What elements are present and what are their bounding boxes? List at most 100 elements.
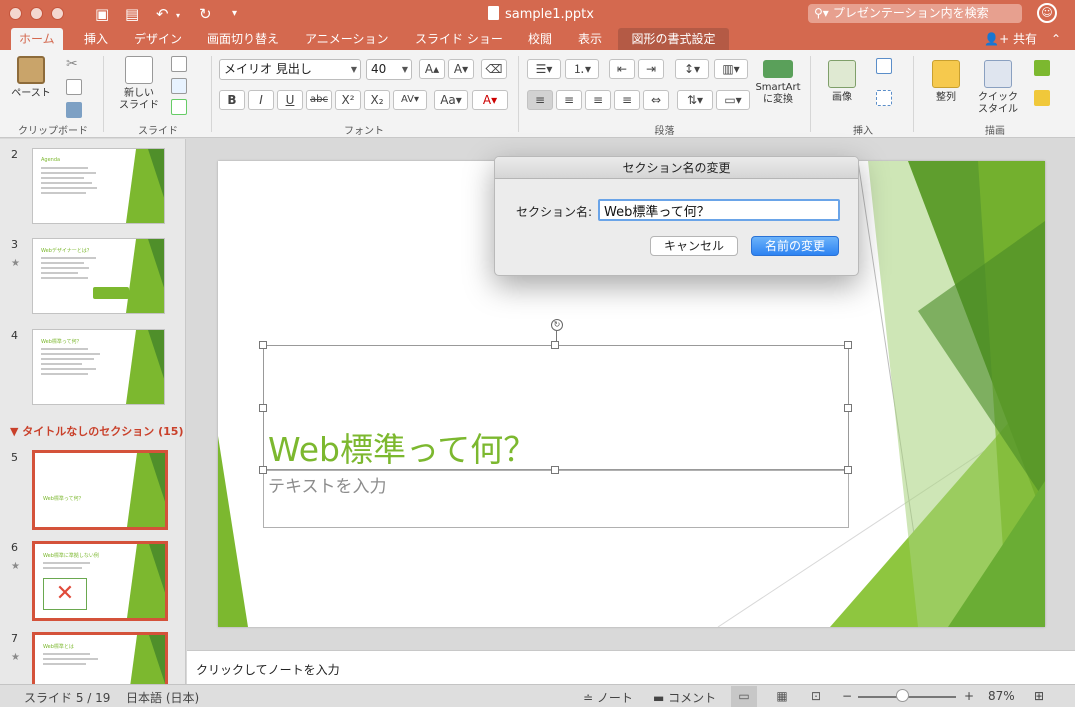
resize-handle[interactable] xyxy=(259,466,267,474)
align-right-icon[interactable]: ≡ xyxy=(585,90,611,110)
slideshow-view-icon[interactable]: ⊡ xyxy=(803,686,829,707)
tab-animations[interactable]: アニメーション xyxy=(297,28,397,50)
zoom-in-icon[interactable]: + xyxy=(964,689,974,703)
close-window-button[interactable] xyxy=(9,7,22,20)
comments-button[interactable]: ▬ コメント xyxy=(653,689,716,706)
collapse-ribbon-icon[interactable]: ⌃ xyxy=(1051,28,1061,50)
new-slide-button[interactable]: 新しい スライド xyxy=(114,56,164,112)
slide-thumbnail-5[interactable]: Web標準って何？ xyxy=(32,450,168,530)
feedback-smiley-icon[interactable]: ☺ xyxy=(1037,3,1057,23)
undo-dropdown-icon[interactable]: ▾ xyxy=(176,6,180,26)
insert-image-button[interactable]: 画像 xyxy=(820,60,864,104)
resize-handle[interactable] xyxy=(259,341,267,349)
cancel-button[interactable]: キャンセル xyxy=(650,236,738,256)
tab-transitions[interactable]: 画面切り替え xyxy=(199,28,287,50)
resize-handle[interactable] xyxy=(844,466,852,474)
align-left-icon[interactable]: ≡ xyxy=(527,90,553,110)
line-spacing-icon[interactable]: ↕▾ xyxy=(675,59,709,79)
paste-button[interactable]: ペースト xyxy=(10,56,52,100)
shapes-icon[interactable] xyxy=(876,58,892,74)
slide-title[interactable]: Web標準って何？ xyxy=(268,423,536,471)
tab-home[interactable]: ホーム xyxy=(11,28,63,50)
superscript-button[interactable]: X² xyxy=(335,90,361,110)
normal-view-icon[interactable]: ▭ xyxy=(731,686,757,707)
resize-handle[interactable] xyxy=(259,404,267,412)
format-painter-icon[interactable] xyxy=(66,102,82,118)
redo-icon[interactable]: ↻ xyxy=(199,4,212,24)
slide-subtitle[interactable]: テキストを入力 xyxy=(268,472,387,497)
zoom-out-icon[interactable]: − xyxy=(842,689,852,703)
increase-indent-icon[interactable]: ⇥ xyxy=(638,59,664,79)
slide-thumbnail-7[interactable]: Web標準とは xyxy=(32,632,168,684)
zoom-window-button[interactable] xyxy=(51,7,64,20)
textbox-icon[interactable] xyxy=(876,90,892,106)
slide-thumbnail-4[interactable]: Web標準って何？ xyxy=(32,329,165,405)
zoom-slider-knob[interactable] xyxy=(896,689,909,702)
notes-pane[interactable]: クリックしてノートを入力 xyxy=(187,650,1075,684)
thumb-title: Web標準って何？ xyxy=(43,496,84,502)
undo-icon[interactable]: ↶ xyxy=(156,4,169,24)
convert-smartart-button[interactable]: SmartArt に変換 xyxy=(752,60,804,106)
columns-icon[interactable]: ▥▾ xyxy=(714,59,748,79)
shape-outline-icon[interactable] xyxy=(1034,90,1050,106)
slide-thumbnail-6[interactable]: Web標準に準拠しない例 ✕ xyxy=(32,541,168,621)
resize-handle[interactable] xyxy=(551,466,559,474)
reset-slide-icon[interactable] xyxy=(171,78,187,94)
layout-icon[interactable] xyxy=(171,56,187,72)
share-button[interactable]: 👤+ 共有 xyxy=(984,28,1037,50)
zoom-level[interactable]: 87% xyxy=(988,689,1015,703)
shape-fill-icon[interactable] xyxy=(1034,60,1050,76)
section-header[interactable]: ▼ タイトルなしのセクション (15) xyxy=(10,423,184,439)
tab-view[interactable]: 表示 xyxy=(570,28,610,50)
resize-handle[interactable] xyxy=(551,341,559,349)
numbering-icon[interactable]: ⒈▾ xyxy=(565,59,599,79)
customize-toolbar-icon[interactable]: ▾ xyxy=(232,4,237,24)
tab-insert[interactable]: 挿入 xyxy=(76,28,116,50)
star-icon: ★ xyxy=(11,258,20,269)
increase-font-button[interactable]: A▴ xyxy=(419,59,445,79)
tab-design[interactable]: デザイン xyxy=(126,28,190,50)
bullets-icon[interactable]: ☰▾ xyxy=(527,59,561,79)
notes-toggle-button[interactable]: ≐ ノート xyxy=(583,689,633,706)
underline-button[interactable]: U xyxy=(277,90,303,110)
resize-handle[interactable] xyxy=(844,341,852,349)
section-icon[interactable] xyxy=(171,99,187,115)
language-indicator[interactable]: 日本語 (日本) xyxy=(126,689,199,706)
search-input[interactable]: ⚲▾ プレゼンテーション内を検索 xyxy=(808,4,1022,23)
arrange-button[interactable]: 整列 xyxy=(926,60,966,104)
decrease-indent-icon[interactable]: ⇤ xyxy=(609,59,635,79)
copy-icon[interactable] xyxy=(66,79,82,95)
justify-icon[interactable]: ≡ xyxy=(614,90,640,110)
rotate-handle-icon[interactable]: ↻ xyxy=(551,319,563,331)
bold-button[interactable]: B xyxy=(219,90,245,110)
tab-slideshow[interactable]: スライド ショー xyxy=(407,28,511,50)
resize-handle[interactable] xyxy=(844,404,852,412)
slide-thumbnail-3[interactable]: Webデザイナーとは？ xyxy=(32,238,165,314)
quick-styles-button[interactable]: クイック スタイル xyxy=(972,60,1024,116)
cut-icon[interactable]: ✂ xyxy=(66,56,82,72)
sidebar-toggle-icon[interactable]: ▣ xyxy=(95,4,109,24)
font-name-select[interactable]: メイリオ 見出し ▼ xyxy=(219,59,361,80)
section-name-input[interactable] xyxy=(598,199,840,221)
tab-review[interactable]: 校閲 xyxy=(520,28,560,50)
decrease-font-button[interactable]: A▾ xyxy=(448,59,474,79)
italic-button[interactable]: I xyxy=(248,90,274,110)
font-size-select[interactable]: 40 ▼ xyxy=(366,59,412,80)
fit-to-window-icon[interactable]: ⊞ xyxy=(1034,689,1044,703)
align-text-icon[interactable]: ▭▾ xyxy=(716,90,750,110)
slide-thumbnail-2[interactable]: Agenda xyxy=(32,148,165,224)
save-icon[interactable]: ▤ xyxy=(125,4,139,24)
strikethrough-button[interactable]: abc xyxy=(306,90,332,110)
clear-format-icon[interactable]: ⌫ xyxy=(481,59,507,79)
text-direction-icon[interactable]: ⇅▾ xyxy=(677,90,713,110)
subscript-button[interactable]: X₂ xyxy=(364,90,390,110)
char-spacing-icon[interactable]: AV▾ xyxy=(393,90,427,110)
tab-shape-format[interactable]: 図形の書式設定 xyxy=(618,28,729,50)
font-color-icon[interactable]: A▾ xyxy=(472,90,508,110)
minimize-window-button[interactable] xyxy=(30,7,43,20)
rename-button[interactable]: 名前の変更 xyxy=(751,236,839,256)
change-case-icon[interactable]: Aa▾ xyxy=(434,90,468,110)
slide-sorter-icon[interactable]: ▦ xyxy=(769,686,795,707)
align-center-icon[interactable]: ≡ xyxy=(556,90,582,110)
distributed-icon[interactable]: ⇔ xyxy=(643,90,669,110)
